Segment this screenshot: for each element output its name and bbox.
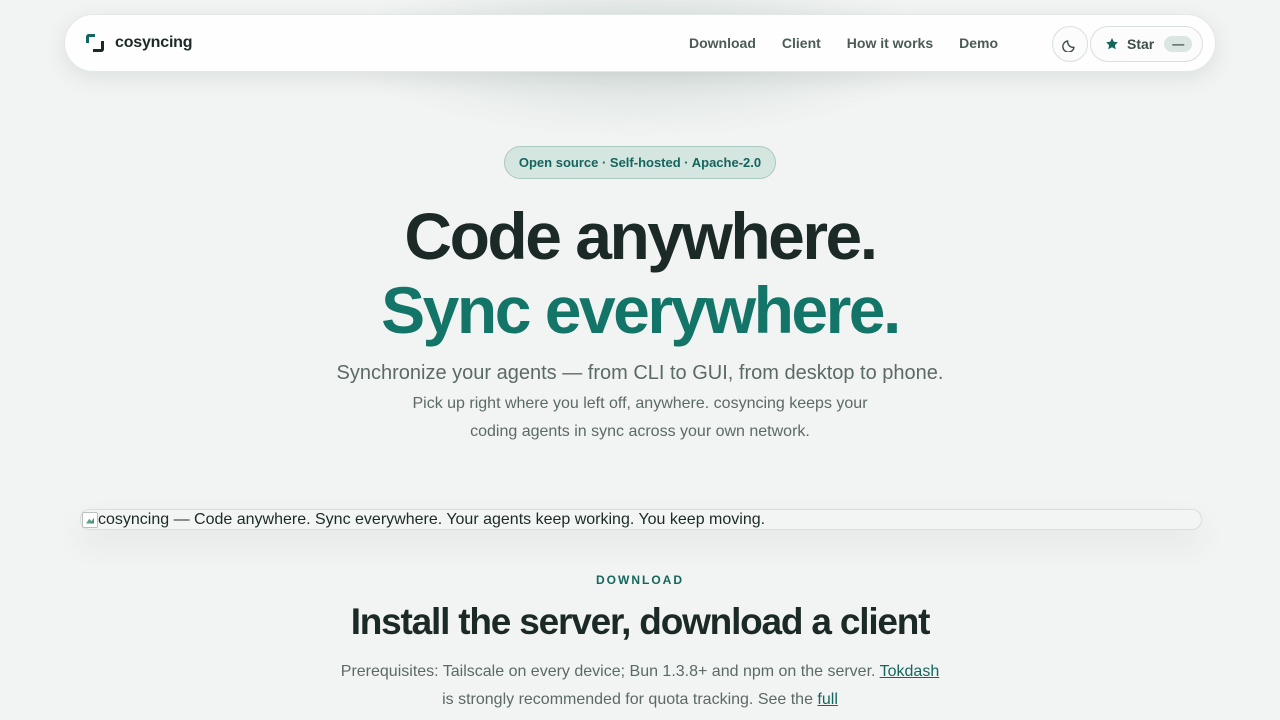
prereq-line1: Prerequisites: Tailscale on every device… xyxy=(340,663,876,680)
logo-icon xyxy=(85,33,105,53)
broken-image-icon xyxy=(82,511,98,528)
theme-toggle-button[interactable] xyxy=(1052,26,1088,62)
star-icon xyxy=(1106,38,1118,50)
top-navbar: cosyncing Download Client How it works D… xyxy=(64,14,1216,72)
brand[interactable]: cosyncing xyxy=(85,15,193,71)
download-section-title: Install the server, download a client xyxy=(350,601,931,642)
banner-alt-text: cosyncing — Code anywhere. Sync everywhe… xyxy=(98,510,766,528)
nav-link-download[interactable]: Download xyxy=(689,35,756,51)
nav-link-client[interactable]: Client xyxy=(782,35,821,51)
full-docs-link[interactable]: full xyxy=(817,691,837,708)
download-section-label: DOWNLOAD xyxy=(596,573,684,587)
hero-title-line1: Code anywhere. xyxy=(404,199,878,273)
nav-links: Download Client How it works Demo xyxy=(689,15,998,71)
nav-link-demo[interactable]: Demo xyxy=(959,35,998,51)
hero-subtitle: Synchronize your agents — from CLI to GU… xyxy=(336,362,944,384)
hero-title-line2: Sync everywhere. xyxy=(381,273,901,347)
tokdash-link[interactable]: Tokdash xyxy=(880,663,940,680)
brand-name: cosyncing xyxy=(115,34,193,51)
star-label: Star xyxy=(1127,36,1155,52)
nav-link-how-it-works[interactable]: How it works xyxy=(847,35,933,51)
github-star-button[interactable]: Star — xyxy=(1090,26,1203,62)
hero-description: Pick up right where you left off, anywhe… xyxy=(412,395,868,440)
prerequisites-text: Prerequisites: Tailscale on every device… xyxy=(340,658,940,714)
star-count-badge: — xyxy=(1164,36,1193,52)
hero-banner-image: cosyncing — Code anywhere. Sync everywhe… xyxy=(80,509,1202,530)
license-badge: Open source · Self-hosted · Apache-2.0 xyxy=(504,146,776,179)
moon-icon xyxy=(1062,40,1075,52)
prereq-line2: is strongly recommended for quota tracki… xyxy=(442,691,818,708)
